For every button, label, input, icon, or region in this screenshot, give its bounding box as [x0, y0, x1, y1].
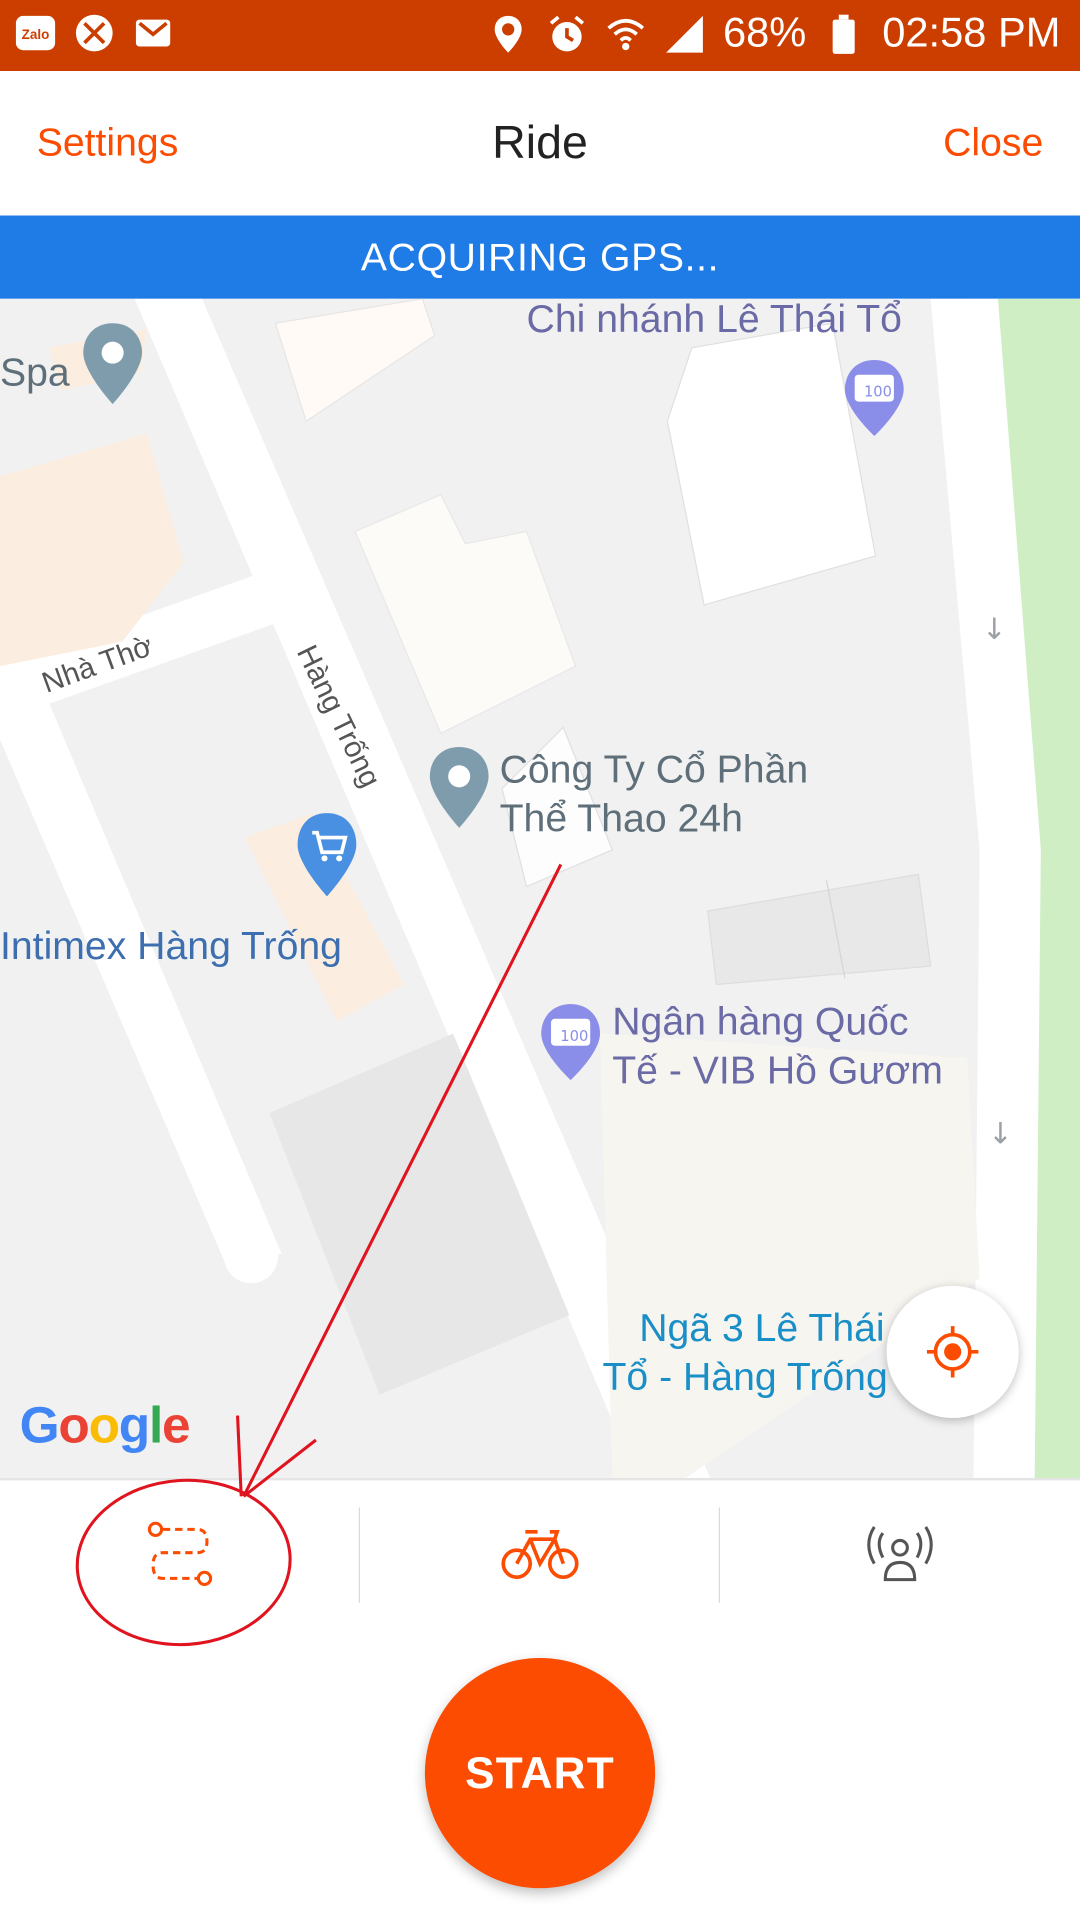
my-location-button[interactable] — [886, 1285, 1019, 1418]
alarm-icon — [547, 13, 589, 55]
poi-label-intimex: Intimex Hàng Trống — [0, 923, 342, 968]
crosshair-icon — [926, 1326, 979, 1378]
location-icon — [488, 13, 530, 55]
poi-label-nga3-line2: Tổ - Hàng Trống — [602, 1354, 888, 1399]
start-button[interactable]: START — [424, 1657, 656, 1889]
battery-icon — [823, 13, 865, 55]
route-icon — [147, 1521, 212, 1587]
svg-text:↓: ↓ — [982, 612, 1007, 646]
missed-call-icon — [73, 12, 115, 54]
svg-text:100: 100 — [864, 384, 892, 401]
spa-pin — [83, 323, 143, 405]
svg-text:Zalo: Zalo — [22, 27, 50, 42]
beacon-icon — [867, 1526, 933, 1582]
page-title: Ride — [492, 117, 588, 169]
poi-label-nga3-line1: Ngã 3 Lê Thái — [639, 1305, 885, 1350]
poi-label-chi-nhanh: Chi nhánh Lê Thái Tổ — [526, 298, 902, 341]
poi-label-spa: Spa — [0, 350, 70, 395]
atm-pin-2: 100 — [541, 1004, 601, 1081]
top-header: Settings Ride Close — [0, 71, 1080, 216]
signal-icon — [664, 13, 706, 55]
poi-label-cong-ty-line2: Thể Thao 24h — [499, 795, 743, 841]
clock: 02:58 PM — [882, 9, 1061, 57]
company-pin — [429, 746, 489, 828]
tab-route[interactable] — [0, 1480, 359, 1627]
tab-bar — [0, 1477, 1080, 1628]
status-bar: Zalo 68% 02:58 PM — [0, 0, 1080, 72]
poi-label-ngan-hang-line2: Tế - VIB Hồ Gươm — [612, 1048, 943, 1093]
gps-status-banner: ACQUIRING GPS... — [0, 215, 1080, 299]
tab-beacon[interactable] — [720, 1480, 1080, 1627]
poi-label-ngan-hang-line1: Ngân hàng Quốc — [612, 999, 909, 1044]
svg-text:100: 100 — [560, 1028, 588, 1045]
battery-percent: 68% — [722, 9, 807, 57]
svg-text:↓: ↓ — [988, 1117, 1013, 1151]
google-logo: Google — [19, 1395, 191, 1454]
wifi-icon — [605, 13, 647, 55]
poi-label-cong-ty-line1: Công Ty Cổ Phần — [499, 746, 809, 792]
tab-sport-type[interactable] — [360, 1480, 719, 1627]
close-button[interactable]: Close — [943, 120, 1043, 165]
bike-icon — [500, 1530, 578, 1579]
gmail-icon — [132, 12, 174, 54]
zalo-icon: Zalo — [15, 12, 57, 54]
atm-pin-1: 100 — [844, 360, 904, 436]
map-view[interactable]: ↓ ↓ 100 100 Nhà Thờ Hàng Trống Chi nhánh… — [0, 298, 1080, 1478]
